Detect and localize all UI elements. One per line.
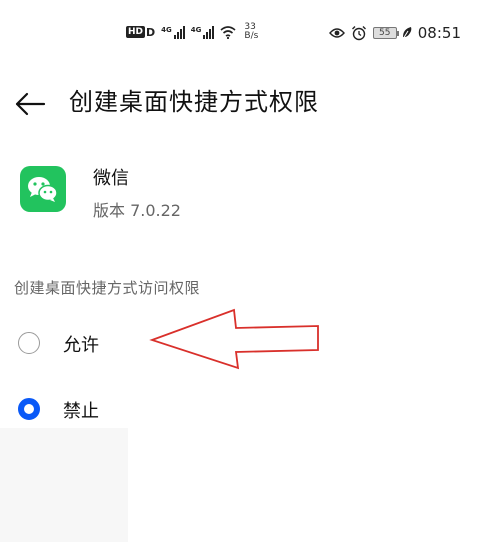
section-label: 创建桌面快捷方式访问权限 xyxy=(14,279,201,297)
option-label: 禁止 xyxy=(63,401,99,422)
app-version: 版本 7.0.22 xyxy=(93,201,181,220)
sim2-network-label: 4G xyxy=(190,25,202,34)
hd-icon: HD D xyxy=(126,26,155,39)
wechat-icon xyxy=(20,166,66,212)
signal-icon: 4G xyxy=(161,25,185,39)
app-name: 微信 xyxy=(93,168,129,189)
alarm-icon xyxy=(351,26,366,41)
speed-unit: B/s xyxy=(244,31,259,41)
battery-level: 55 xyxy=(372,27,397,39)
hd-badge: HD xyxy=(126,26,146,38)
blank-panel xyxy=(0,428,128,542)
option-deny[interactable]: 禁止 xyxy=(0,388,495,432)
battery-icon: 55 xyxy=(372,27,399,39)
status-bar-left: HD D 4G 4G 33 B/s xyxy=(126,22,258,42)
annotation-arrow-icon xyxy=(149,308,319,370)
signal-icon: 4G xyxy=(190,25,215,39)
arrow-left-icon[interactable] xyxy=(14,90,46,118)
page-header: 创建桌面快捷方式权限 xyxy=(0,84,495,124)
sim1-network-label: 4G xyxy=(161,25,172,34)
network-speed: 33 B/s xyxy=(244,23,258,41)
eye-icon xyxy=(328,28,345,38)
status-bar-right: 55 08:51 xyxy=(328,24,461,42)
radio-button-unselected[interactable] xyxy=(18,332,40,354)
leaf-icon xyxy=(402,27,412,40)
status-bar: HD D 4G 4G 33 B/s 55 08:51 xyxy=(0,0,495,60)
page-title: 创建桌面快捷方式权限 xyxy=(69,88,319,116)
wifi-icon xyxy=(220,26,236,39)
option-label: 允许 xyxy=(63,335,99,356)
clock-time: 08:51 xyxy=(417,24,461,42)
radio-button-selected[interactable] xyxy=(18,398,40,420)
hd-suffix: D xyxy=(146,25,156,39)
